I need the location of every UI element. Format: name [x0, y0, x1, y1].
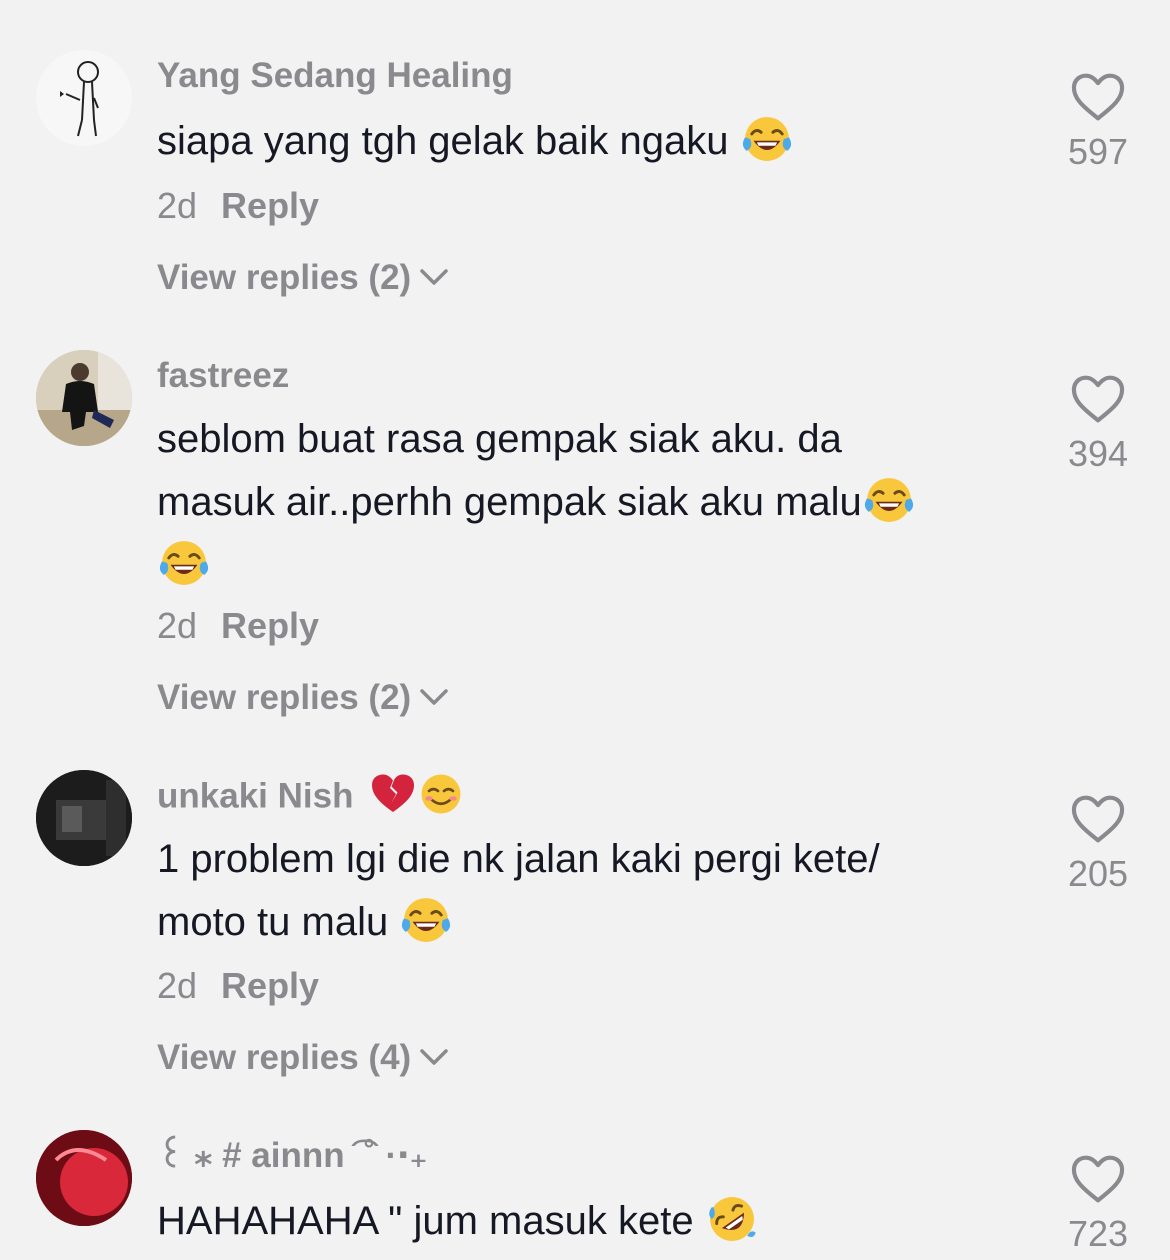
chevron-down-icon [419, 267, 449, 287]
username[interactable]: ꒰ ⁎ # ainnn ͡ ˚ ·‧₊ [157, 1134, 428, 1178]
face-with-tears-of-joy-emoji [862, 473, 916, 527]
view-replies-button[interactable]: View replies (4) [157, 1036, 449, 1080]
like-count: 394 [1067, 433, 1129, 474]
chevron-down-icon [419, 1047, 449, 1067]
comment-text: HAHAHAHA " jum masuk kete [157, 1190, 1007, 1253]
avatar[interactable] [36, 1130, 132, 1226]
comment-line: seblom buat rasa gempak siak aku. da [157, 417, 842, 461]
comment-age: 2d [157, 185, 198, 226]
person-photo-icon [36, 350, 132, 446]
avatar[interactable] [36, 350, 132, 446]
comment-line-text: masuk air..perhh gempak siak aku malu [157, 480, 862, 524]
reply-button[interactable]: Reply [221, 185, 319, 226]
comment-text: seblom buat rasa gempak siak aku. da mas… [157, 408, 1007, 597]
username-label[interactable]: unkaki Nish [157, 776, 353, 815]
comment-age: 2d [157, 965, 198, 1006]
view-replies-label: View replies (4) [157, 1038, 412, 1077]
like-button[interactable]: 394 [1063, 374, 1133, 476]
face-with-tears-of-joy-emoji [399, 893, 453, 947]
avatar[interactable] [36, 50, 132, 146]
broken-heart-emoji [372, 774, 415, 812]
like-button[interactable]: 205 [1063, 794, 1133, 896]
comment-meta: 2d Reply [157, 604, 319, 648]
heart-outline-icon [1070, 794, 1126, 844]
chevron-down-icon [419, 687, 449, 707]
red-photo-icon [36, 1130, 132, 1226]
like-count: 597 [1067, 131, 1129, 172]
comment-line: siapa yang tgh gelak baik ngaku [157, 119, 740, 163]
like-button[interactable]: 723 [1063, 1154, 1133, 1256]
face-with-tears-of-joy-emoji [740, 112, 794, 166]
dark-photo-icon [36, 770, 132, 866]
view-replies-button[interactable]: View replies (2) [157, 676, 449, 720]
stick-figure-drawing-icon [60, 61, 99, 137]
comment-age: 2d [157, 605, 198, 646]
like-count: 723 [1067, 1213, 1129, 1254]
heart-outline-icon [1070, 1154, 1126, 1204]
view-replies-label: View replies (2) [157, 678, 412, 717]
comment-meta: 2d Reply [157, 184, 319, 228]
comment-line [157, 534, 1007, 597]
reply-button[interactable]: Reply [221, 965, 319, 1006]
reply-button[interactable]: Reply [221, 605, 319, 646]
username[interactable]: Yang Sedang Healing [157, 54, 513, 98]
comment-text: 1 problem lgi die nk jalan kaki pergi ke… [157, 828, 1007, 954]
view-replies-label: View replies (2) [157, 258, 412, 297]
heart-outline-icon [1070, 374, 1126, 424]
comment-line-text: moto tu malu [157, 900, 400, 944]
avatar[interactable] [36, 770, 132, 866]
view-replies-button[interactable]: View replies (2) [157, 256, 449, 300]
rolling-on-floor-laughing-emoji [705, 1192, 759, 1246]
comment-line: masuk air..perhh gempak siak aku malu [157, 471, 1007, 534]
comment-meta: 2d Reply [157, 964, 319, 1008]
comment-line: 1 problem lgi die nk jalan kaki pergi ke… [157, 837, 880, 881]
like-count: 205 [1067, 853, 1129, 894]
username: unkaki Nish [157, 774, 465, 822]
smiling-face-emoji [421, 774, 461, 814]
comment-line: moto tu malu [157, 891, 1007, 954]
comment-line: HAHAHAHA " jum masuk kete [157, 1199, 705, 1243]
face-with-tears-of-joy-emoji [157, 536, 211, 590]
username[interactable]: fastreez [157, 354, 289, 398]
like-button[interactable]: 597 [1063, 72, 1133, 174]
heart-outline-icon [1070, 72, 1126, 122]
comment-text: siapa yang tgh gelak baik ngaku [157, 110, 1007, 173]
